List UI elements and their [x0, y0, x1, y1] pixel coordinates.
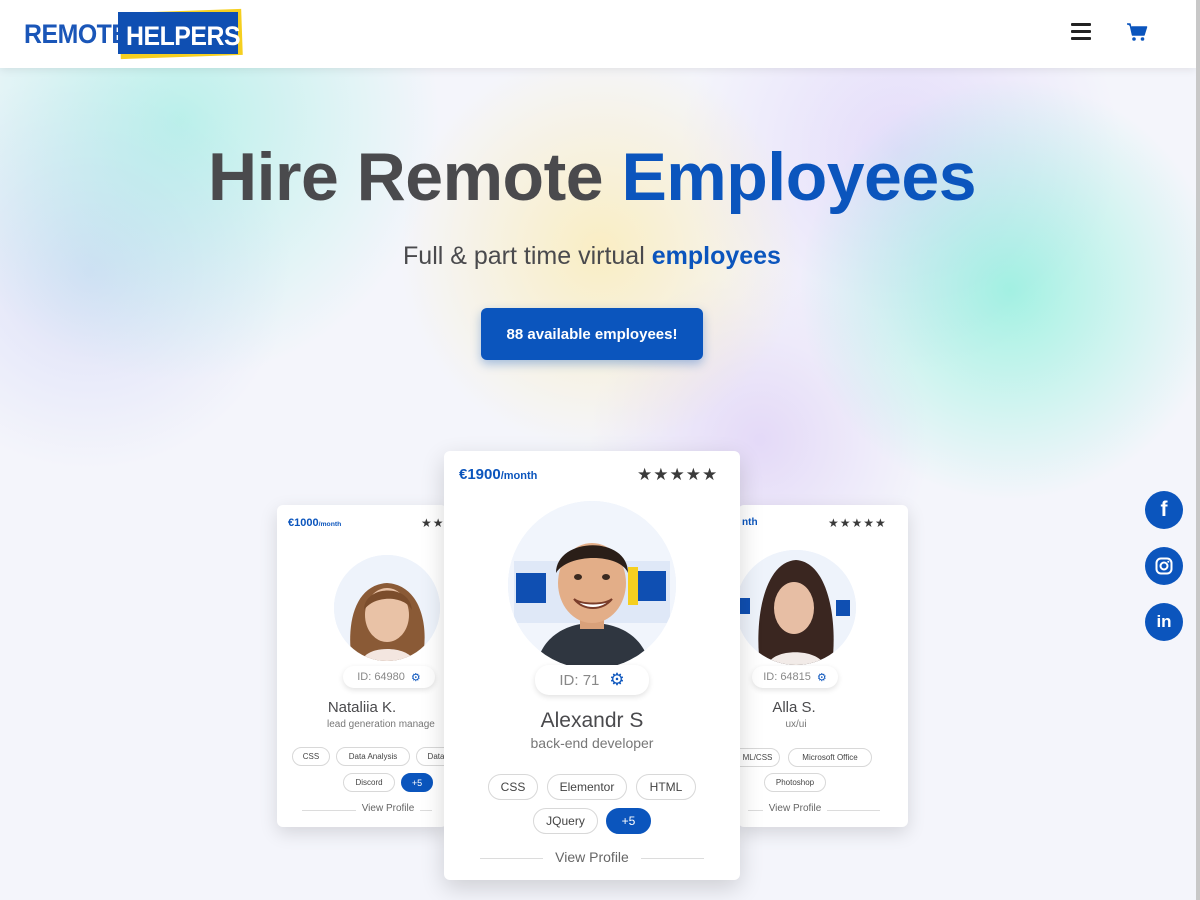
employee-id-badge: ID: 64815 ⚙	[752, 666, 838, 688]
linkedin-icon[interactable]: in	[1145, 603, 1183, 641]
gear-icon: ⚙	[609, 670, 625, 689]
skill-tag[interactable]: Discord	[343, 773, 395, 792]
employee-avatar	[736, 550, 856, 665]
gear-icon: ⚙	[816, 671, 827, 684]
employee-card-nataliia[interactable]: €1000/month ★★ ID: 64980 ⚙ Nataliia K. le…	[277, 505, 456, 827]
employee-id: ID: 71	[559, 671, 600, 689]
more-skills-button[interactable]: +5	[401, 773, 433, 792]
logo-remote-text: REMOTE	[24, 19, 128, 49]
hero-subtitle: Full & part time virtual employees	[0, 242, 1184, 271]
instagram-icon[interactable]	[1145, 547, 1183, 585]
hero-subtitle-main: Full & part time virtual	[403, 242, 645, 270]
logo-helpers-text: HELPERS	[126, 21, 241, 51]
skill-tag[interactable]: Elementor	[547, 774, 627, 800]
available-employees-button[interactable]: 88 available employees!	[481, 308, 703, 360]
employee-id-badge: ID: 71 ⚙	[535, 665, 649, 695]
employee-card-alexandr[interactable]: €1900/month ★★★★★ ID: 71 ⚙ Alexandr S bac…	[444, 451, 740, 880]
employee-id-badge: ID: 64980 ⚙	[343, 666, 435, 688]
gear-icon: ⚙	[410, 671, 421, 684]
logo-helpers-badge: HELPERS	[118, 8, 243, 60]
more-skills-button[interactable]: +5	[606, 808, 651, 834]
rating-stars: ★★★★★	[637, 465, 719, 484]
price-period: /month	[318, 521, 342, 528]
site-header: REMOTE HELPERS	[0, 0, 1196, 68]
hero-subtitle-accent: employees	[651, 242, 781, 270]
employee-avatar	[334, 555, 440, 661]
facebook-glyph: f	[1160, 498, 1168, 521]
hamburger-menu-icon[interactable]	[1071, 23, 1091, 41]
cart-icon[interactable]	[1126, 22, 1148, 42]
skill-tag[interactable]: Photoshop	[764, 773, 826, 792]
card-price: €1900/month	[459, 466, 537, 483]
view-profile-link[interactable]: View Profile	[444, 849, 740, 865]
employee-avatar	[508, 501, 676, 669]
employee-role: ux/ui	[785, 719, 807, 730]
linkedin-glyph: in	[1156, 612, 1172, 631]
hero-title-main: Hire Remote	[207, 139, 604, 215]
rating-stars: ★★	[421, 516, 445, 530]
skill-tag[interactable]: CSS	[292, 747, 330, 766]
rating-stars: ★★★★★	[828, 516, 887, 530]
employee-role: back-end developer	[530, 735, 654, 751]
scrollbar[interactable]	[1196, 0, 1200, 900]
card-price: nth	[742, 517, 758, 528]
skill-tag[interactable]: Data Analysis	[336, 747, 410, 766]
hero-title: Hire Remote Employees	[0, 138, 1184, 216]
price-period: /month	[500, 470, 538, 482]
price-value: €1900	[459, 466, 501, 483]
view-profile-link[interactable]: View Profile	[738, 803, 852, 814]
price-value: €1000	[288, 517, 319, 529]
employee-card-alla[interactable]: nth ★★★★★ ID: 64815 ⚙ Alla S. ux/ui ML/CS…	[736, 505, 908, 827]
hero-title-accent: Employees	[621, 139, 977, 215]
skill-tag[interactable]: ML/CSS	[736, 748, 780, 767]
employee-id: ID: 64815	[763, 671, 811, 683]
skill-tag[interactable]: JQuery	[533, 808, 598, 834]
skill-tag[interactable]: Microsoft Office	[788, 748, 872, 767]
employee-id: ID: 64980	[357, 671, 405, 683]
employee-name: Alla S.	[772, 699, 816, 716]
skill-tag[interactable]: CSS	[488, 774, 538, 800]
employee-name: Nataliia K.	[327, 699, 397, 716]
card-price: €1000/month	[288, 517, 341, 529]
employee-name: Alexandr S	[540, 709, 644, 732]
skill-tag[interactable]: HTML	[636, 774, 696, 800]
facebook-icon[interactable]: f	[1145, 491, 1183, 529]
